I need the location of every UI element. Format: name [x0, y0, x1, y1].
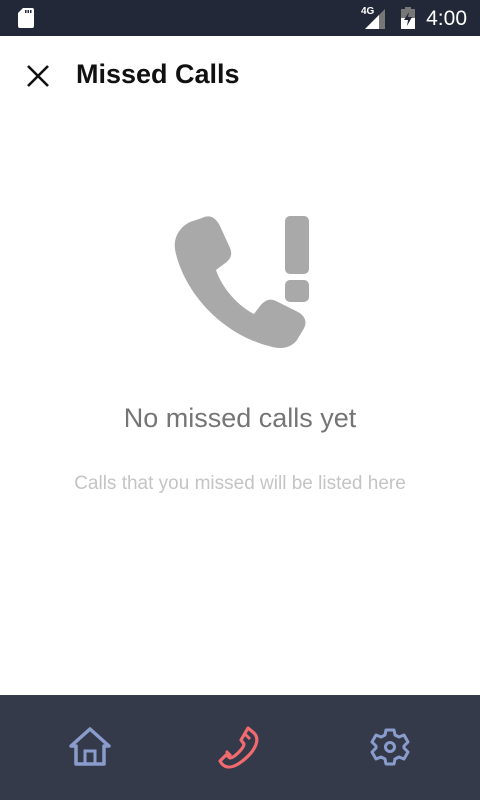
- status-bar: 4G 4:00: [0, 0, 480, 36]
- nav-settings-button[interactable]: [366, 723, 414, 771]
- phone-icon: [218, 726, 259, 769]
- missed-call-icon: [174, 216, 309, 348]
- gear-icon: [370, 728, 410, 766]
- page-title: Missed Calls: [76, 59, 240, 89]
- battery-charging-icon: [401, 7, 415, 29]
- sd-card-icon: [18, 8, 34, 28]
- close-icon[interactable]: [22, 60, 54, 92]
- nav-calls-button[interactable]: [216, 723, 264, 771]
- home-icon: [69, 727, 111, 766]
- app-header: Missed Calls: [0, 36, 480, 112]
- signal-icon: [365, 9, 385, 29]
- empty-state-subtitle: Calls that you missed will be listed her…: [74, 473, 406, 494]
- clock: 4:00: [426, 7, 467, 30]
- empty-state-title: No missed calls yet: [123, 403, 357, 433]
- nav-home-button[interactable]: [66, 723, 114, 771]
- bottom-nav: [0, 695, 480, 800]
